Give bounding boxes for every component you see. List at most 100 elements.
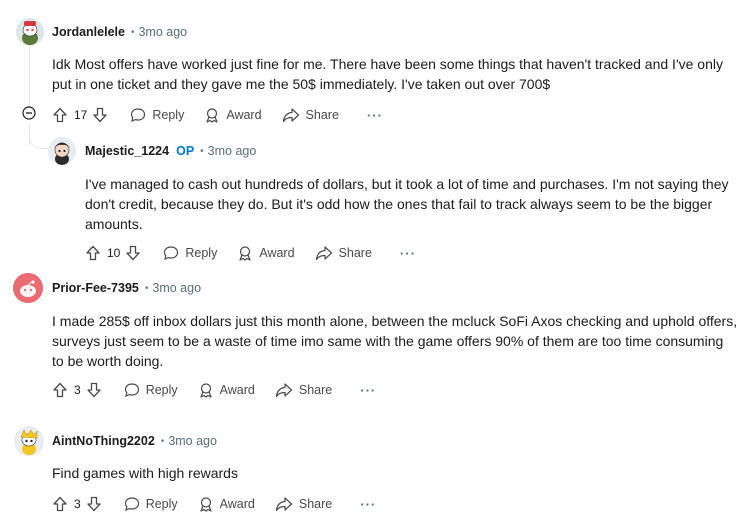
award-button[interactable]: Award: [237, 245, 295, 261]
comment-actions: 10 Reply Award Share ···: [85, 242, 416, 264]
award-button[interactable]: Award: [198, 496, 255, 512]
comment-line: to be worth doing.: [52, 353, 164, 369]
timestamp[interactable]: 3mo ago: [168, 434, 217, 448]
comment-line: don't credit, because they do. But it's …: [85, 196, 713, 212]
reply-bubble-icon: [131, 108, 146, 123]
award-icon: [206, 108, 218, 123]
comment-body: I've managed to cash out hundreds of dol…: [85, 174, 729, 234]
share-label: Share: [305, 108, 339, 122]
share-arrow-icon: [282, 108, 299, 123]
comment-actions: 3 Reply Award Share ···: [52, 493, 376, 515]
separator-dot: •: [130, 26, 135, 38]
timestamp[interactable]: 3mo ago: [138, 25, 187, 39]
share-label: Share: [298, 383, 333, 397]
comment-line: surveys just seem to be a waste of time …: [52, 333, 724, 349]
share-arrow-icon: [275, 383, 292, 398]
comment-actions: 3 Reply Award Share ···: [52, 379, 376, 401]
award-label: Award: [259, 246, 295, 260]
avatar[interactable]: [14, 426, 44, 456]
downvote-button[interactable]: [125, 245, 141, 261]
downvote-arrow-icon: [87, 496, 101, 512]
comment-line: Idk Most offers have worked just fine fo…: [52, 56, 723, 72]
reply-button[interactable]: Reply: [130, 107, 184, 123]
op-badge: OP: [176, 144, 195, 158]
downvote-button[interactable]: [86, 382, 102, 398]
reply-label: Reply: [145, 383, 178, 397]
upvote-arrow-icon: [53, 382, 67, 398]
upvote-button[interactable]: [52, 496, 68, 512]
more-options-button[interactable]: ···: [360, 497, 376, 512]
comment-body: I made 285$ off inbox dollars just this …: [52, 311, 737, 371]
share-arrow-icon: [275, 497, 292, 512]
username-link[interactable]: AintNoThing2202: [52, 434, 155, 448]
comment-meta: Majestic_1224 OP • 3mo ago: [85, 144, 256, 158]
share-label: Share: [338, 246, 372, 260]
separator-dot: •: [144, 282, 149, 294]
collapse-button[interactable]: [22, 106, 36, 120]
upvote-arrow-icon: [53, 496, 67, 512]
reply-bubble-icon: [124, 497, 139, 512]
reply-button[interactable]: Reply: [124, 382, 178, 398]
award-button[interactable]: Award: [204, 107, 262, 123]
reply-button[interactable]: Reply: [124, 496, 178, 512]
comment-meta: Jordanlelele • 3mo ago: [52, 25, 187, 39]
more-options-button[interactable]: ···: [360, 383, 376, 398]
award-icon: [239, 246, 251, 261]
share-button[interactable]: Share: [275, 496, 332, 512]
reply-label: Reply: [152, 108, 185, 122]
username-link[interactable]: Jordanlelele: [52, 25, 125, 39]
thread-line-curve: [29, 130, 48, 149]
reply-label: Reply: [145, 497, 178, 511]
vote-count: 3: [74, 383, 81, 397]
snoo-avatar-icon: [48, 137, 76, 165]
more-options-button[interactable]: ···: [367, 108, 383, 123]
timestamp[interactable]: 3mo ago: [152, 281, 201, 295]
snoo-avatar-icon: [14, 426, 44, 456]
upvote-button[interactable]: [52, 382, 68, 398]
comment-body: Idk Most offers have worked just fine fo…: [52, 54, 723, 94]
avatar[interactable]: [16, 18, 44, 46]
comment-meta: AintNoThing2202 • 3mo ago: [52, 434, 217, 448]
default-snoo-avatar-icon: [13, 273, 43, 303]
share-button[interactable]: Share: [315, 245, 372, 261]
reply-button[interactable]: Reply: [163, 245, 217, 261]
upvote-arrow-icon: [86, 245, 100, 261]
vote-count: 3: [74, 497, 81, 511]
upvote-button[interactable]: [52, 107, 68, 123]
share-button[interactable]: Share: [275, 382, 332, 398]
share-button[interactable]: Share: [282, 107, 339, 123]
upvote-arrow-icon: [53, 107, 67, 123]
award-icon: [200, 383, 212, 398]
username-link[interactable]: Majestic_1224: [85, 144, 169, 158]
downvote-arrow-icon: [87, 382, 101, 398]
reply-label: Reply: [185, 246, 218, 260]
award-icon: [200, 497, 212, 512]
collapse-minus-icon: [22, 106, 36, 120]
comment-body: Find games with high rewards: [52, 463, 238, 483]
vote-count: 17: [74, 108, 88, 122]
thread-line: [29, 46, 30, 106]
comment-meta: Prior-Fee-7395 • 3mo ago: [52, 281, 201, 295]
award-label: Award: [219, 497, 255, 511]
avatar[interactable]: [48, 137, 76, 165]
award-label: Award: [219, 383, 255, 397]
comment-line: put in one ticket and they gave me the 5…: [52, 76, 551, 92]
comment-line: I've managed to cash out hundreds of dol…: [85, 176, 729, 192]
avatar[interactable]: [13, 273, 43, 303]
downvote-button[interactable]: [86, 496, 102, 512]
reply-bubble-icon: [124, 383, 139, 398]
share-label: Share: [298, 497, 333, 511]
username-link[interactable]: Prior-Fee-7395: [52, 281, 139, 295]
more-options-button[interactable]: ···: [400, 246, 416, 261]
upvote-button[interactable]: [85, 245, 101, 261]
separator-dot: •: [200, 145, 204, 157]
downvote-arrow-icon: [126, 245, 141, 261]
award-label: Award: [226, 108, 262, 122]
comment-line: Find games with high rewards: [52, 465, 238, 481]
timestamp[interactable]: 3mo ago: [208, 144, 257, 158]
downvote-button[interactable]: [92, 107, 108, 123]
comment-line: amounts.: [85, 216, 143, 232]
award-button[interactable]: Award: [198, 382, 255, 398]
snoo-avatar-icon: [16, 18, 44, 46]
comment-actions: 17 Reply Award Share ···: [52, 104, 383, 126]
